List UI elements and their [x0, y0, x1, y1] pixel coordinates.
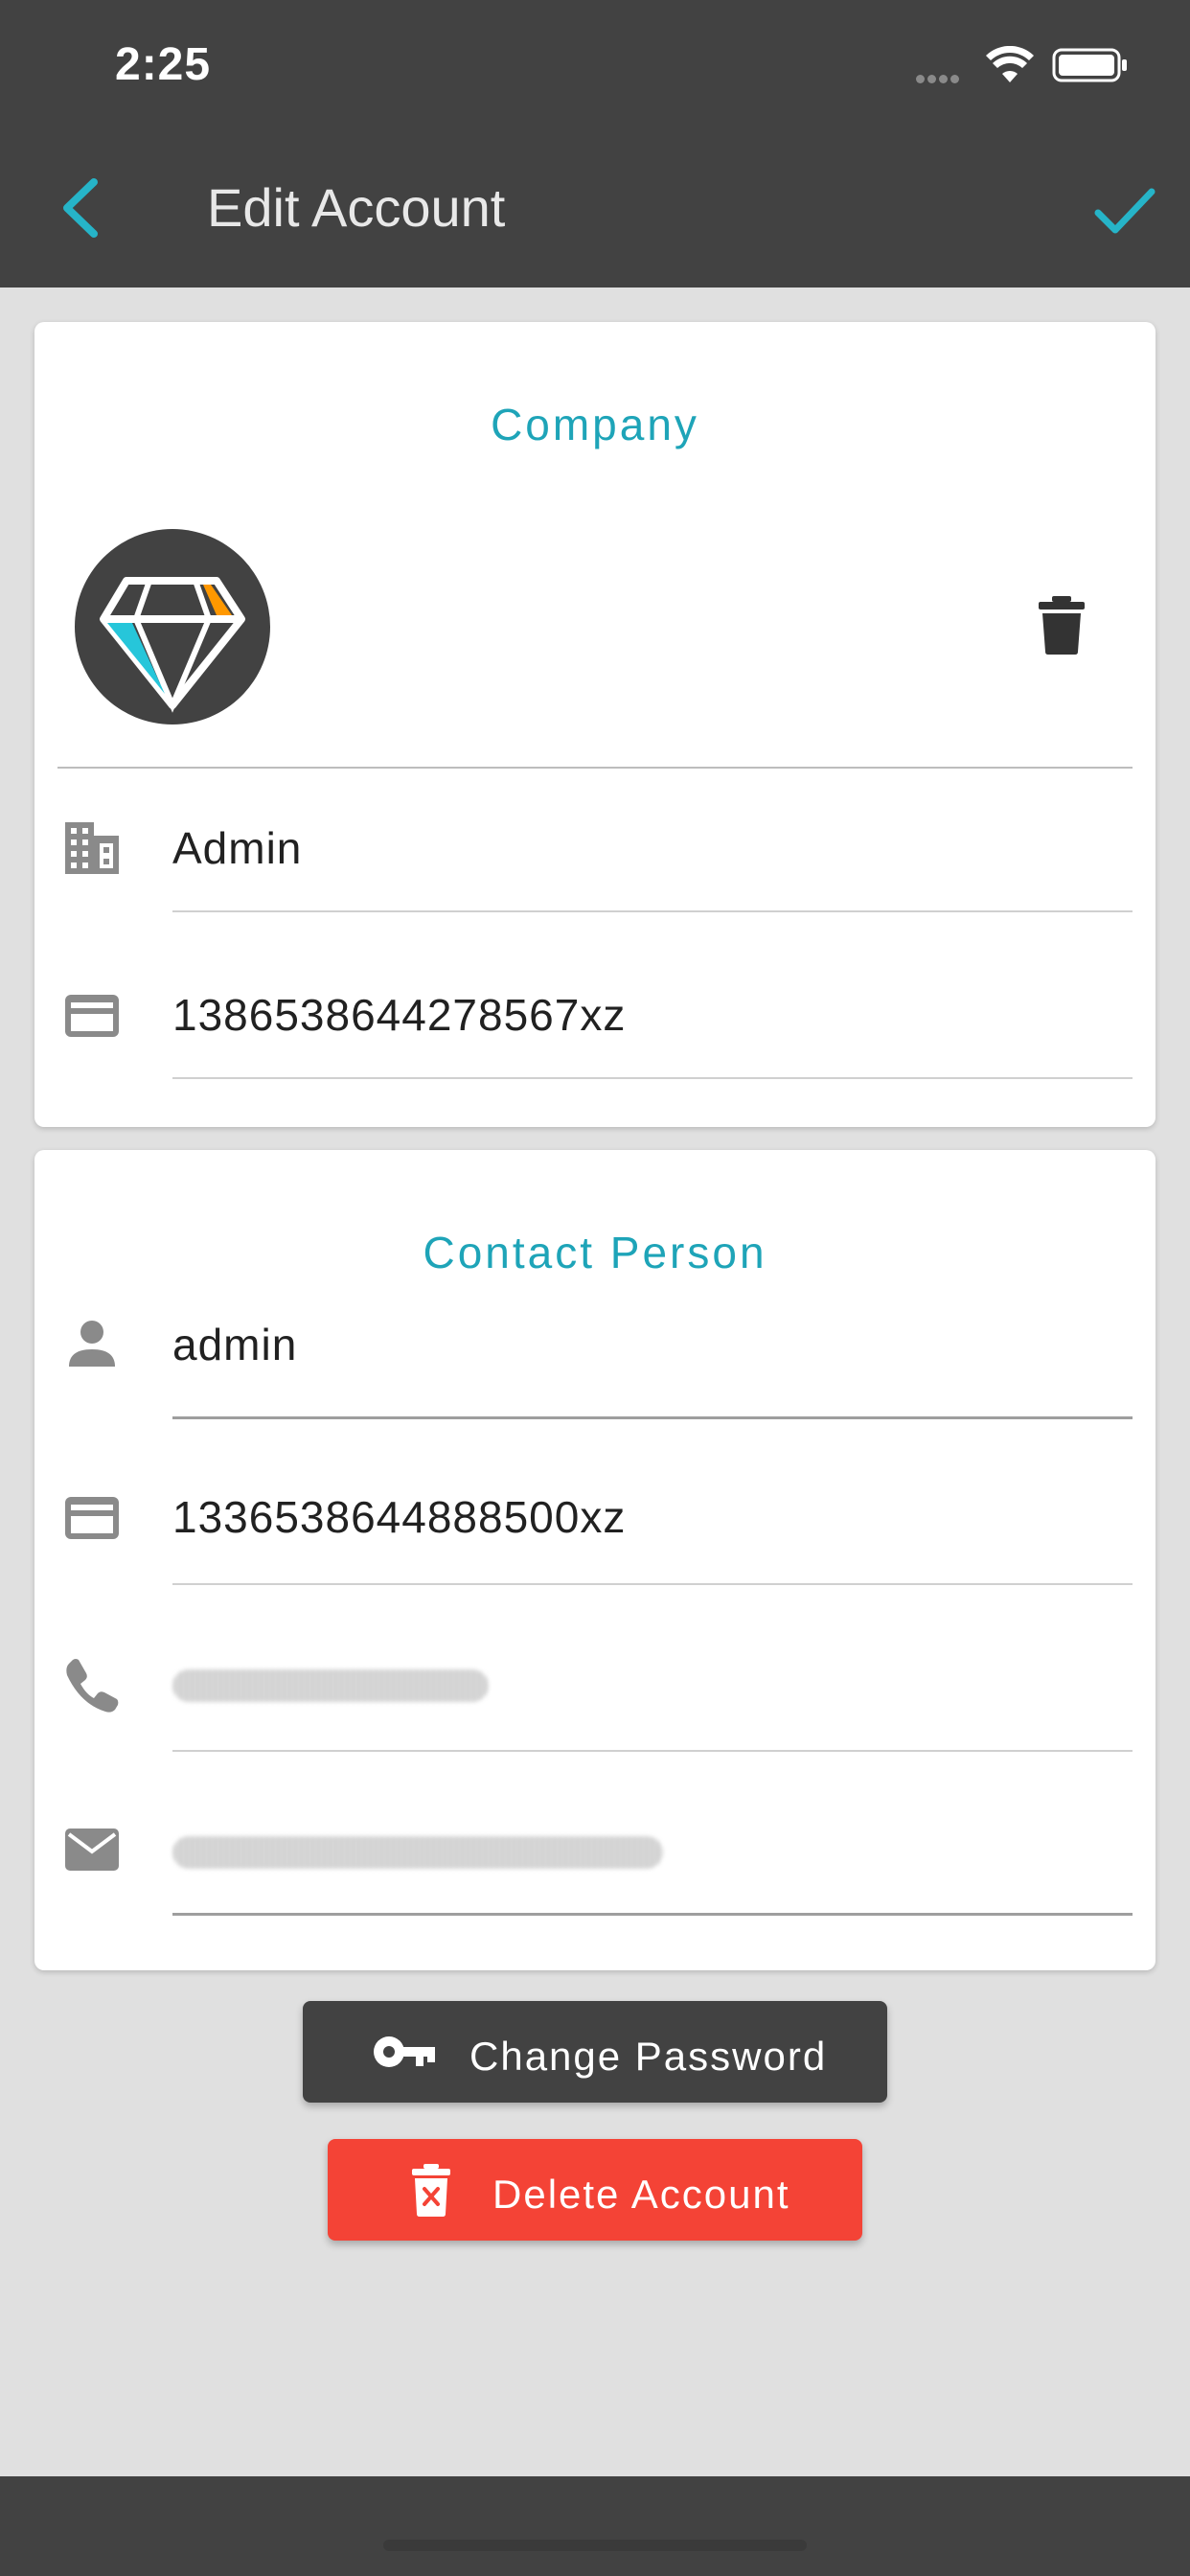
battery-icon [1052, 48, 1127, 82]
contact-id-underline [172, 1583, 1133, 1585]
logo-divider [57, 767, 1133, 769]
contact-id-value: 1336538644888500xz [172, 1492, 627, 1542]
credit-card-icon [65, 1497, 119, 1539]
contact-phone-underline [172, 1750, 1133, 1752]
company-id-value: 1386538644278567xz [172, 990, 627, 1040]
check-icon[interactable] [1090, 176, 1157, 243]
contact-phone-field[interactable] [34, 1643, 1156, 1806]
contact-section-title: Contact Person [423, 1228, 767, 1277]
company-name-field[interactable]: Admin [34, 778, 1156, 941]
change-password-button[interactable]: Change Password [303, 2001, 887, 2103]
phone-icon [66, 1659, 119, 1713]
contact-id-field[interactable]: 1336538644888500xz [34, 1476, 1156, 1639]
cellular-signal-icon [916, 71, 962, 88]
company-name-underline [172, 910, 1133, 912]
email-icon [65, 1828, 119, 1871]
app-bar: Edit Account [0, 126, 1190, 288]
contact-name-field[interactable]: admin [34, 1313, 1156, 1476]
company-section-title: Company [491, 400, 699, 449]
contact-email-field[interactable] [34, 1809, 1156, 1972]
home-indicator[interactable] [383, 2540, 807, 2551]
delete-forever-icon [412, 2164, 450, 2217]
person-icon [69, 1321, 115, 1367]
company-name-value: Admin [172, 823, 303, 873]
company-id-underline [172, 1077, 1133, 1079]
key-icon [374, 2036, 435, 2067]
company-card: Company Admin 1386538644278567xz [34, 322, 1156, 1127]
bottom-bar [0, 2476, 1190, 2576]
building-icon [65, 822, 119, 874]
contact-email-underline [172, 1913, 1133, 1916]
contact-phone-value-redacted [172, 1669, 489, 1702]
contact-email-value-redacted [172, 1836, 663, 1869]
delete-account-label: Delete Account [492, 2172, 790, 2217]
chevron-left-icon[interactable] [54, 174, 111, 242]
status-time: 2:25 [115, 39, 212, 90]
contact-name-value: admin [172, 1320, 298, 1369]
delete-account-button[interactable]: Delete Account [328, 2139, 862, 2241]
company-id-field[interactable]: 1386538644278567xz [34, 945, 1156, 1108]
delete-logo-icon[interactable] [1037, 594, 1087, 656]
company-logo[interactable] [73, 527, 272, 726]
change-password-label: Change Password [469, 2034, 828, 2079]
page-title: Edit Account [207, 177, 506, 238]
contact-card: Contact Person admin 1336538644888500xz [34, 1150, 1156, 1970]
credit-card-icon [65, 995, 119, 1037]
contact-name-underline [172, 1416, 1133, 1419]
wifi-icon [986, 46, 1034, 82]
status-bar: 2:25 [0, 0, 1190, 126]
